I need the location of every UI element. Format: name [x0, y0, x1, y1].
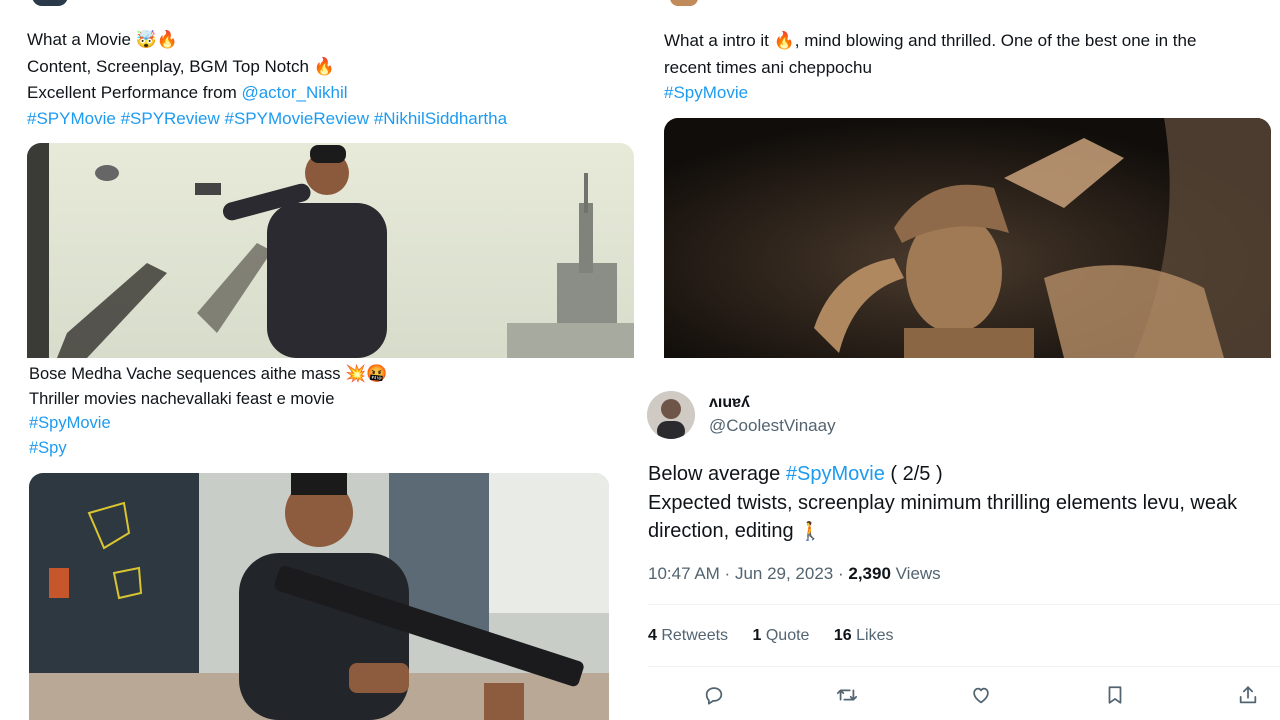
retweets-stat[interactable]: 4 Retweets: [648, 627, 728, 644]
divider: [648, 666, 1280, 667]
hashtag-link[interactable]: #SPYReview: [121, 109, 220, 128]
tweet-media-image[interactable]: [27, 143, 634, 358]
hashtag-link[interactable]: #SPYMovieReview: [225, 109, 370, 128]
tweet-timestamp: 10:47 AM · Jun 29, 2023 · 2,390 Views: [648, 564, 941, 583]
reply-icon[interactable]: [701, 682, 727, 708]
avatar[interactable]: [647, 391, 695, 439]
tweet-panel-bottom-left: Bose Medha Vache sequences aithe mass 💥🤬…: [10, 358, 622, 720]
share-icon[interactable]: [1235, 682, 1261, 708]
tweet-time[interactable]: 10:47 AM: [648, 564, 720, 583]
tweet-text: What a intro it 🔥, mind blowing and thri…: [664, 31, 1197, 102]
tweet-date[interactable]: Jun 29, 2023: [735, 564, 833, 583]
hashtag-link[interactable]: #SpyMovie: [786, 463, 885, 485]
user-handle[interactable]: @CoolestVinaay: [709, 416, 836, 436]
statue-scene-image: [664, 118, 1271, 358]
engagement-stats: 4 Retweets 1 Quote 16 Likes: [648, 627, 893, 645]
bookmark-icon[interactable]: [1102, 682, 1128, 708]
tweet-panel-top-right: What a intro it 🔥, mind blowing and thri…: [648, 0, 1280, 358]
tweet-text: What a Movie 🤯🔥 Content, Screenplay, BGM…: [27, 30, 508, 128]
views-label: Views: [890, 564, 941, 583]
tweet-media-image[interactable]: [29, 473, 609, 720]
action-scene-image: [27, 143, 634, 358]
hashtag-link[interactable]: #Spy: [29, 439, 67, 457]
tweet-text: Bose Medha Vache sequences aithe mass 💥🤬…: [29, 364, 388, 457]
hashtag-link[interactable]: #SpyMovie: [29, 414, 111, 432]
hashtag-link[interactable]: #SpyMovie: [664, 83, 748, 102]
avatar-partial[interactable]: [670, 0, 698, 6]
tweet-text: Below average #SpyMovie ( 2/5 ) Expected…: [648, 463, 1238, 542]
views-count: 2,390: [848, 564, 891, 583]
retweet-icon[interactable]: [834, 682, 860, 708]
display-name[interactable]: ʌıuɐʎ: [709, 394, 750, 412]
divider: [648, 604, 1280, 605]
gun-scene-image: [29, 473, 609, 720]
tweet-detail-panel: ʌıuɐʎ @CoolestVinaay Below average #SpyM…: [626, 358, 1280, 720]
mention-link[interactable]: @actor_Nikhil: [241, 83, 347, 102]
quotes-stat[interactable]: 1 Quote: [753, 627, 810, 644]
like-icon[interactable]: [968, 682, 994, 708]
tweet-media-image[interactable]: [664, 118, 1271, 358]
hashtag-link[interactable]: #NikhilSiddhartha: [374, 109, 507, 128]
likes-stat[interactable]: 16 Likes: [834, 627, 894, 644]
avatar-partial[interactable]: [32, 0, 68, 6]
hashtag-link[interactable]: #SPYMovie: [27, 109, 116, 128]
tweet-panel-top-left: What a Movie 🤯🔥 Content, Screenplay, BGM…: [10, 0, 640, 358]
avatar-photo: [647, 391, 695, 439]
